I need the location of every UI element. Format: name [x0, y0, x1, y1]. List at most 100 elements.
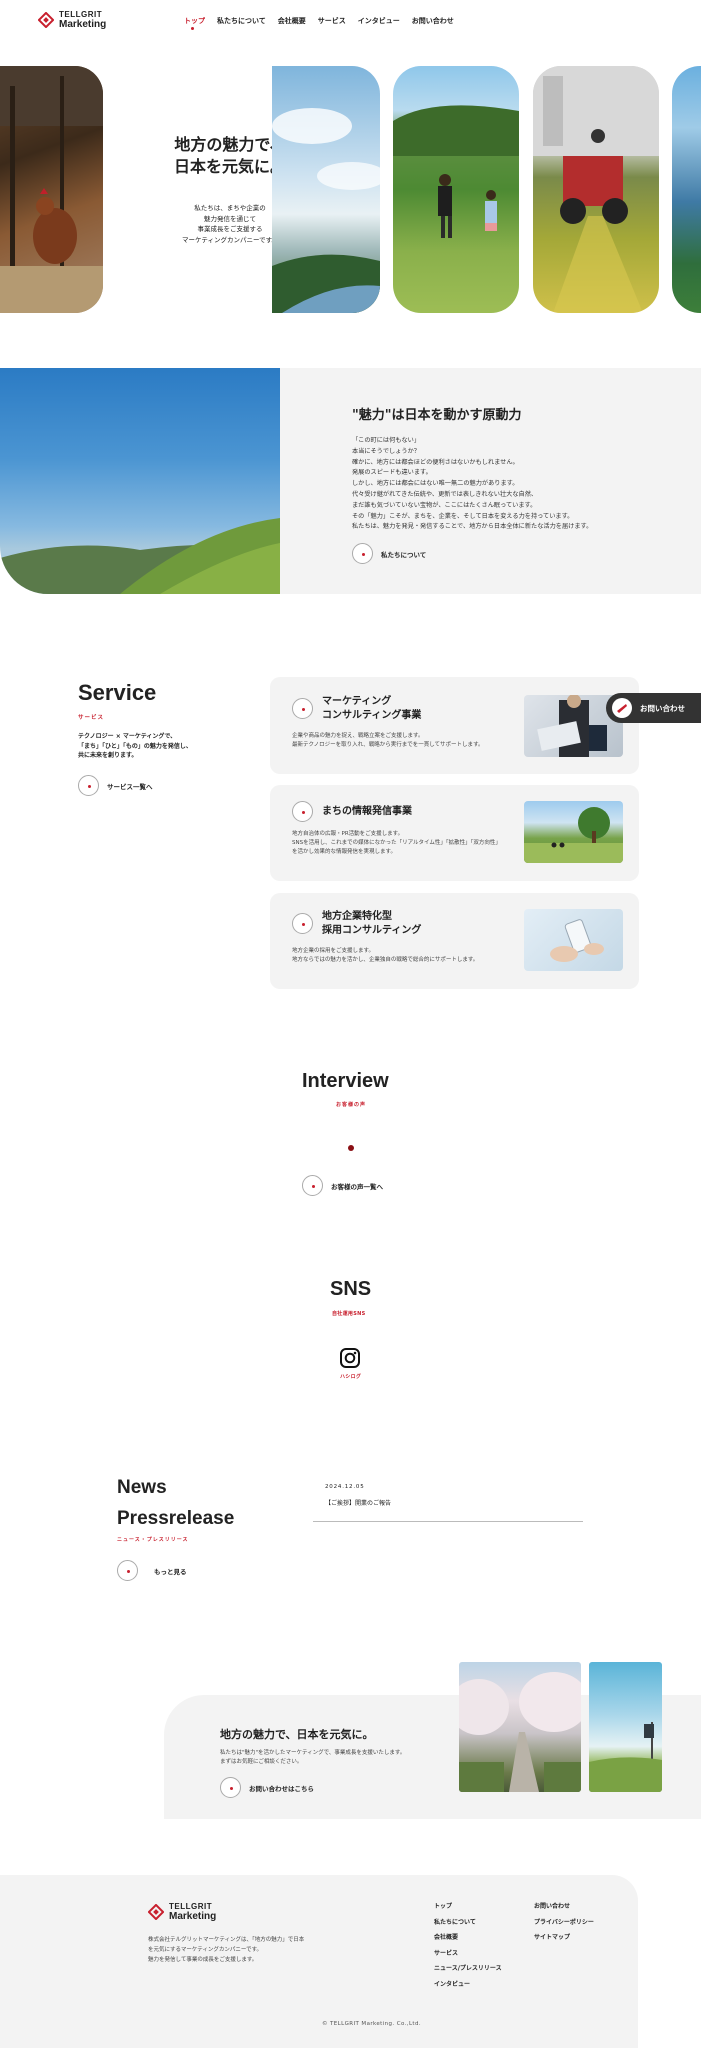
card-photo-smartphone [524, 909, 623, 971]
footer-link[interactable]: インタビュー [434, 1977, 502, 1993]
footer-desc-line: を元気にするマーケティングカンパニーです。 [148, 1947, 263, 1953]
news-subtitle: ニュース・プレスリリース [117, 1537, 189, 1543]
card-text: 地方自治体の広報・PR活動をご支援します。 SNSを活用し、これまでの媒体になか… [292, 830, 502, 857]
service-subtitle: サービス [78, 715, 105, 721]
about-button[interactable]: 私たちについて [352, 543, 426, 564]
card-text: 企業や商品の魅力を捉え、戦略立案をご支援します。 最新テクノロジーを取り入れ、戦… [292, 732, 502, 750]
footer-link[interactable]: トップ [434, 1899, 502, 1915]
news-title: News Pressrelease [117, 1472, 234, 1534]
logo-bottom-text: Marketing [169, 1911, 217, 1922]
card-title-line: 地方企業特化型 [322, 911, 392, 922]
nav-top[interactable]: トップ [184, 16, 205, 26]
nav-interview[interactable]: インタビュー [358, 16, 400, 26]
about-line: 私たちは、魅力を発見・発信することで、地方から日本全体に新たな活力を届けます。 [352, 523, 593, 531]
arrow-dot-icon [220, 1777, 241, 1798]
hero-photo-chicken [0, 66, 103, 313]
card-text-line: 地方企業の採用をご支援します。 [292, 948, 374, 954]
about-title: "魅力"は日本を動かす原動力 [352, 408, 522, 423]
cta-text: 私たちは"魅力"を活かしたマーケティングで、事業成長を支援いたします。 まずはお… [220, 1749, 405, 1767]
service-card-town-info[interactable]: まちの情報発信事業 地方自治体の広報・PR活動をご支援します。 SNSを活用し、… [270, 785, 639, 881]
about-line: その「魅力」こそが、まちを、企業を、そして日本を変える力を持っています。 [352, 512, 574, 520]
footer-description: 株式会社テルグリットマーケティングは、「地方の魅力」で日本 を元気にするマーケテ… [148, 1935, 304, 1965]
news-item[interactable]: 2024.12.05 【ご挨拶】開業のご報告 [313, 1478, 583, 1522]
copyright: © TELLGRIT Marketing. Co.,Ltd. [322, 2021, 421, 2027]
footer-nav-col1: トップ 私たちについて 会社概要 サービス ニュース/プレスリリース インタビュ… [434, 1899, 502, 1992]
nav-active-dot [191, 27, 194, 30]
arrow-dot-icon [352, 543, 373, 564]
card-title: マーケティング コンサルティング事業 [322, 695, 421, 723]
about-line: しかし、地方には都会にはない唯一無二の魅力があります。 [352, 480, 519, 488]
card-text-line: SNSを活用し、これまでの媒体になかった「リアルタイム性」「拡散性」「双方向性」… [292, 840, 501, 855]
interview-title: Interview [302, 1070, 389, 1092]
about-photo-landscape [0, 368, 280, 594]
news-date: 2024.12.05 [325, 1484, 365, 1490]
nav-company[interactable]: 会社概要 [278, 16, 306, 26]
instagram-icon[interactable] [339, 1347, 361, 1369]
cta-title: 地方の魅力で、日本を元気に。 [220, 1728, 374, 1741]
arrow-dot-icon [78, 775, 99, 796]
about-line: 代々受け継がれてきた伝統や、更新では表しきれない壮大な自然、 [352, 490, 538, 498]
arrow-dot-icon [302, 1175, 323, 1196]
footer-nav-col2: お問い合わせ プライバシーポリシー サイトマップ [534, 1899, 594, 1946]
footer-link[interactable]: 私たちについて [434, 1915, 502, 1931]
cta-photo-field [589, 1662, 662, 1792]
news-title-line2: Pressrelease [117, 1508, 235, 1529]
card-text-line: 企業や商品の魅力を捉え、戦略立案をご支援します。 [292, 733, 424, 739]
nav-contact[interactable]: お問い合わせ [412, 16, 454, 26]
interview-list-button[interactable]: お客様の声一覧へ [302, 1175, 383, 1196]
about-line: 確かに、地方には都会ほどの便利さはないかもしれません。 [352, 458, 519, 466]
card-text: 地方企業の採用をご支援します。 地方ならではの魅力を活かし、企業独自の戦略で総合… [292, 947, 502, 965]
service-desc-line: 共に未来を創ります。 [78, 752, 138, 759]
logo[interactable]: TELLGRIT Marketing [37, 10, 107, 30]
service-desc-line: 「まち」「ひと」「もの」の魅力を発信し、 [78, 742, 192, 750]
news-item-title: 【ご挨拶】開業のご報告 [325, 1500, 392, 1507]
cta-button-label: お問い合わせはこちら [249, 1784, 314, 1793]
instagram-label[interactable]: ハシログ [340, 1373, 361, 1380]
footer-link[interactable]: お問い合わせ [534, 1899, 594, 1915]
footer-link[interactable]: サイトマップ [534, 1930, 594, 1946]
card-title: まちの情報発信事業 [322, 805, 412, 819]
news-more-button-label: もっと見る [154, 1567, 187, 1576]
floating-contact-tab[interactable]: お問い合わせ [606, 693, 701, 723]
logo-bottom-text: Marketing [59, 19, 107, 30]
arrow-dot-icon [292, 801, 313, 822]
arrow-dot-icon [292, 698, 313, 719]
hero-photo-lake [672, 66, 701, 313]
card-title-line: マーケティング [322, 696, 392, 707]
sns-subtitle: 自社運用SNS [332, 1311, 366, 1317]
footer-logo[interactable]: TELLGRIT Marketing [147, 1902, 217, 1922]
card-text-line: 地方自治体の広報・PR活動をご支援します。 [292, 831, 404, 837]
service-description: テクノロジー × マーケティングで、 「まち」「ひと」「もの」の魅力を発信し、 … [78, 732, 192, 761]
news-more-button[interactable]: もっと見る [117, 1560, 187, 1581]
nav-about[interactable]: 私たちについて [217, 16, 266, 26]
interview-list-button-label: お客様の声一覧へ [331, 1182, 383, 1191]
contact-photo-icon [612, 698, 632, 718]
about-line: まだ誰も気づいていない宝物が、ここにはたくさん眠っています。 [352, 501, 537, 509]
carousel-dot[interactable] [348, 1145, 354, 1151]
contact-tab-label: お問い合わせ [640, 703, 685, 713]
footer-link[interactable]: ニュース/プレスリリース [434, 1961, 502, 1977]
hero-photo-sky-river [272, 66, 380, 313]
logo-mark-icon [147, 1903, 165, 1921]
service-card-marketing[interactable]: マーケティング コンサルティング事業 企業や商品の魅力を捉え、戦略立案をご支援し… [270, 677, 639, 774]
cta-contact-button[interactable]: お問い合わせはこちら [220, 1777, 314, 1798]
card-photo-park [524, 801, 623, 863]
card-title-line: コンサルティング事業 [322, 710, 422, 721]
news-title-line1: News [117, 1477, 167, 1498]
interview-subtitle: お客様の声 [336, 1102, 367, 1108]
footer-link[interactable]: サービス [434, 1946, 502, 1962]
footer-desc-line: 株式会社テルグリットマーケティングは、「地方の魅力」で日本 [148, 1937, 305, 1943]
card-title: 地方企業特化型 採用コンサルティング [322, 910, 421, 938]
card-title-line: 採用コンサルティング [322, 925, 422, 936]
nav-service[interactable]: サービス [318, 16, 346, 26]
cta-text-line: まずはお気軽にご相談ください。 [220, 1759, 303, 1765]
card-text-line: 最新テクノロジーを取り入れ、戦略から実行までを一貫してサポートします。 [292, 742, 484, 748]
about-button-label: 私たちについて [381, 550, 427, 559]
footer-link[interactable]: 会社概要 [434, 1930, 502, 1946]
main-nav: トップ 私たちについて 会社概要 サービス インタビュー お問い合わせ [184, 16, 454, 26]
service-card-recruit[interactable]: 地方企業特化型 採用コンサルティング 地方企業の採用をご支援します。 地方ならで… [270, 893, 639, 989]
footer-link[interactable]: プライバシーポリシー [534, 1915, 594, 1931]
sns-title: SNS [330, 1278, 372, 1300]
about-body: 「この町には何もない」 本当にそうでしょうか？ 確かに、地方には都会ほどの便利さ… [352, 436, 662, 533]
service-list-button[interactable]: サービス一覧へ [78, 775, 153, 796]
